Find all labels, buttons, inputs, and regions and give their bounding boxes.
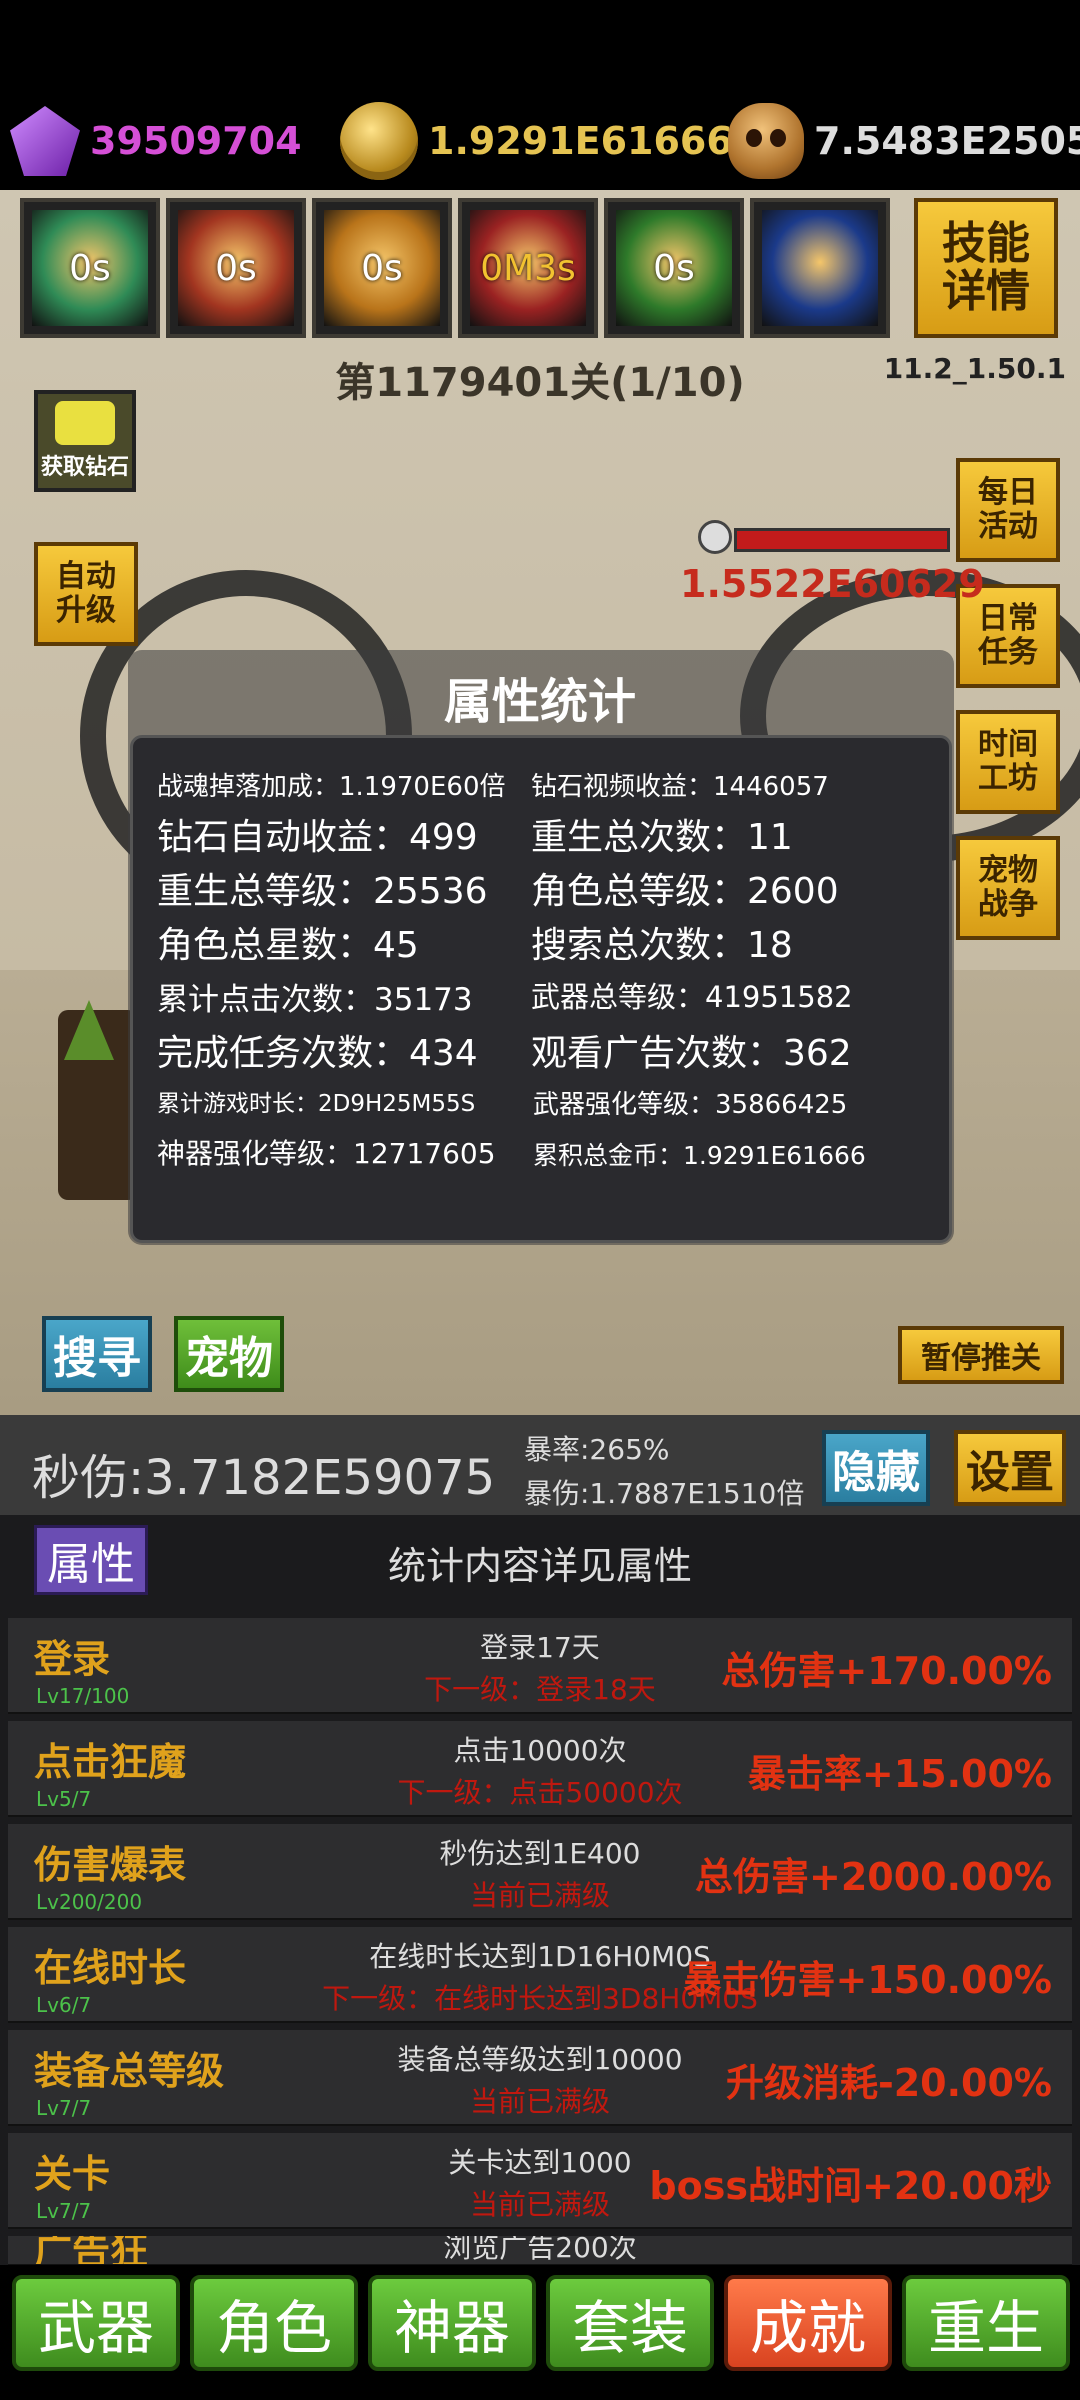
achievement-bonus: 升级消耗-20.00% [725, 2061, 1052, 2105]
get-diamond-button[interactable]: 获取钻石 [34, 390, 136, 492]
skill-slot-6[interactable] [750, 198, 890, 338]
achievement-row[interactable]: 登录 Lv17/100 登录17天 下一级：登录18天 总伤害+170.00% [8, 1618, 1072, 1714]
stat-item: 角色总等级：2600 [531, 871, 839, 912]
pet-war-button[interactable]: 宠物战争 [956, 836, 1060, 940]
skill-bar: 0s 0s 0s 0M3s 0s 技能详情 [14, 198, 1066, 343]
skill-slot-1[interactable]: 0s [20, 198, 160, 338]
daily-event-button[interactable]: 每日活动 [956, 458, 1060, 562]
nav-character[interactable]: 角色 [190, 2275, 358, 2371]
soul-counter: 7.5483E25052 [728, 98, 1080, 184]
nav-artifacts[interactable]: 神器 [368, 2275, 536, 2371]
achievement-bonus: boss战时间+20.00秒 [649, 2164, 1052, 2208]
stat-item: 武器总等级：41951582 [531, 980, 853, 1014]
dps-value: 秒伤:3.7182E59075 [32, 1450, 496, 1506]
stat-item: 累计游戏时长：2D9H25M55S [157, 1091, 476, 1117]
version-label: 11.2_1.50.1 [883, 352, 1066, 385]
achievement-row[interactable]: 在线时长 Lv6/7 在线时长达到1D16H0M0S 下一级：在线时长达到3D8… [8, 1927, 1072, 2023]
skill-slot-3[interactable]: 0s [312, 198, 452, 338]
boss-skull-icon [698, 520, 732, 554]
panel-title: 统计内容详见属性 [387, 1544, 692, 1588]
diamond-icon [10, 106, 80, 176]
pause-progress-button[interactable]: 暂停推关 [898, 1326, 1064, 1384]
achievement-desc: 浏览广告200次 [443, 2236, 637, 2264]
gold-counter: 1.9291E61666 [340, 98, 733, 184]
search-button[interactable]: 搜寻 [42, 1316, 152, 1392]
skull-icon [728, 103, 804, 179]
stat-item: 累积总金币：1.9291E61666 [533, 1141, 866, 1170]
achievement-row[interactable]: 装备总等级 Lv7/7 装备总等级达到10000 当前已满级 升级消耗-20.0… [8, 2030, 1072, 2126]
skill-detail-button[interactable]: 技能详情 [914, 198, 1058, 338]
video-play-icon [55, 401, 115, 445]
stat-item: 钻石视频收益：1446057 [531, 772, 829, 802]
stat-item: 搜索总次数：18 [531, 925, 793, 966]
diamond-counter: 39509704 [10, 98, 302, 184]
stat-item: 观看广告次数：362 [531, 1033, 852, 1074]
achievement-bonus: 暴击伤害+150.00% [683, 1958, 1052, 2002]
skill-slot-4[interactable]: 0M3s [458, 198, 598, 338]
settings-button[interactable]: 设置 [954, 1430, 1066, 1506]
crit-rate: 暴率:265% [524, 1433, 670, 1466]
achievement-bonus: 暴击率+15.00% [747, 1752, 1052, 1796]
boss-hp-bar [698, 520, 950, 554]
skill-slot-5[interactable]: 0s [604, 198, 744, 338]
achievement-row[interactable]: 点击狂魔 Lv5/7 点击10000次 下一级：点击50000次 暴击率+15.… [8, 1721, 1072, 1817]
stats-dialog-title: 属性统计 [443, 674, 636, 730]
stat-item: 完成任务次数：434 [157, 1033, 478, 1074]
stat-item: 战魂掉落加成：1.1970E60倍 [157, 772, 506, 802]
boss-hp-fill [734, 528, 950, 552]
stats-dialog-body: 战魂掉落加成：1.1970E60倍 钻石视频收益：1446057 钻石自动收益：… [130, 735, 952, 1243]
hide-button[interactable]: 隐藏 [822, 1430, 930, 1506]
stat-item: 累计点击次数：35173 [157, 982, 473, 1018]
nav-sets[interactable]: 套装 [546, 2275, 714, 2371]
stat-item: 神器强化等级：12717605 [157, 1137, 496, 1170]
nav-rebirth[interactable]: 重生 [902, 2275, 1070, 2371]
stat-item: 角色总星数：45 [157, 925, 419, 966]
boss-hp-value: 1.5522E60629 [680, 562, 985, 606]
nav-achievements[interactable]: 成就 [724, 2275, 892, 2371]
skill-slot-2[interactable]: 0s [166, 198, 306, 338]
stat-item: 重生总次数：11 [531, 817, 793, 858]
achievement-row[interactable]: 伤害爆表 Lv200/200 秒伤达到1E400 当前已满级 总伤害+2000.… [8, 1824, 1072, 1920]
crit-damage: 暴伤:1.7887E1510倍 [524, 1477, 805, 1510]
achievement-bonus: 总伤害+170.00% [721, 1649, 1052, 1693]
pet-button[interactable]: 宠物 [174, 1316, 284, 1392]
stat-item: 重生总等级：25536 [157, 871, 488, 912]
stat-item: 钻石自动收益：499 [157, 817, 478, 858]
stat-item: 武器强化等级：35866425 [533, 1090, 848, 1120]
achievement-row[interactable]: 关卡 Lv7/7 关卡达到1000 当前已满级 boss战时间+20.00秒 [8, 2133, 1072, 2229]
auto-upgrade-button[interactable]: 自动升级 [34, 542, 138, 646]
achievement-row[interactable]: 广告狂 浏览广告200次 [8, 2236, 1072, 2266]
gold-coins-icon [340, 102, 418, 180]
achievement-bonus: 总伤害+2000.00% [695, 1855, 1052, 1899]
nav-weapons[interactable]: 武器 [12, 2275, 180, 2371]
